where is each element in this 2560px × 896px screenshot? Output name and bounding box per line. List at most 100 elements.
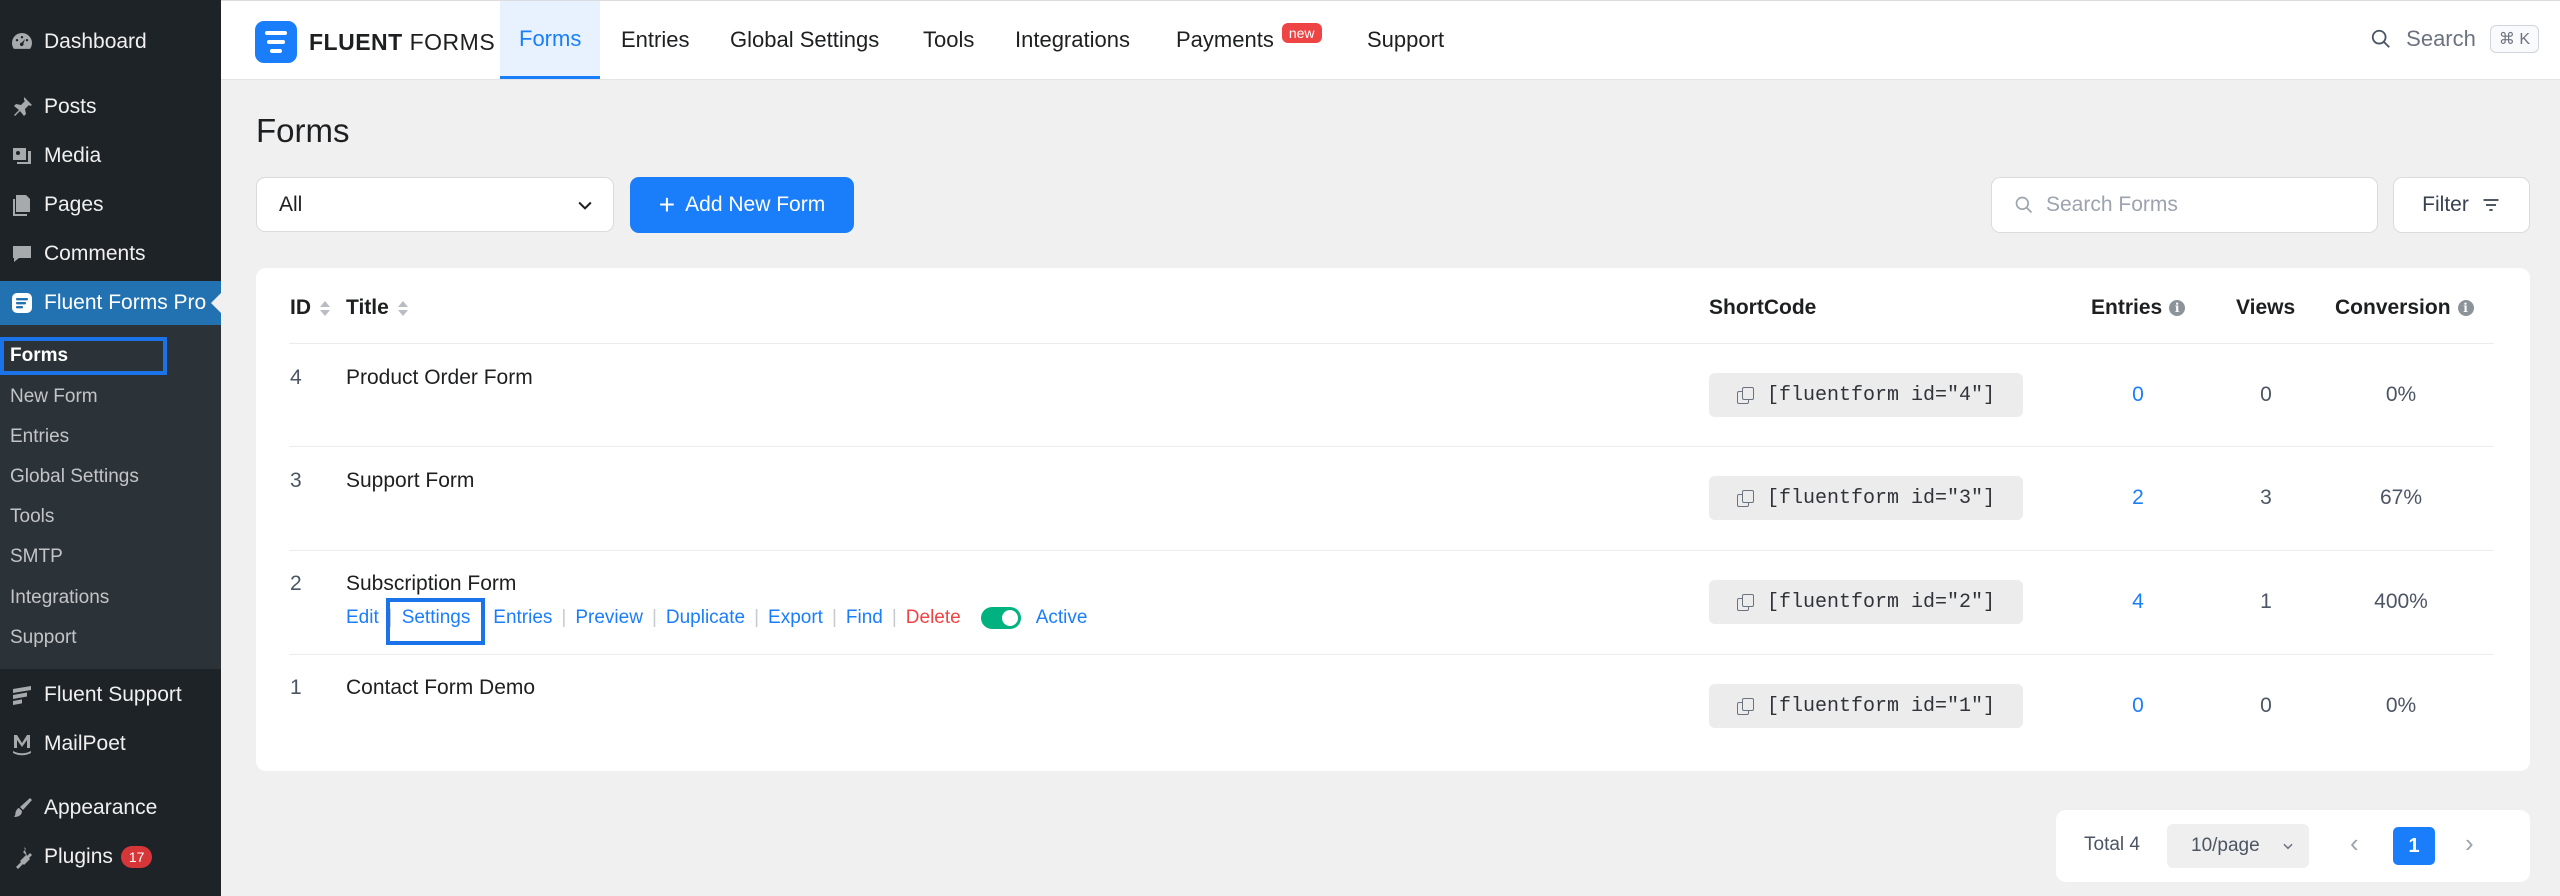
shortcode-copy-button[interactable]: [fluentform id="3"] xyxy=(1709,476,2023,520)
preview-link[interactable]: Preview xyxy=(575,607,643,629)
edit-link[interactable]: Edit xyxy=(346,607,379,629)
add-new-form-button[interactable]: + Add New Form xyxy=(630,177,854,233)
copy-icon xyxy=(1736,698,1754,715)
wp-menu-label: Pages xyxy=(44,193,104,216)
shortcode-text: [fluentform id="3"] xyxy=(1766,486,1996,510)
highlight-box xyxy=(0,337,167,375)
wp-menu-label: Fluent Support xyxy=(44,683,182,706)
submenu-support[interactable]: Support xyxy=(10,627,77,649)
info-icon[interactable]: i xyxy=(2457,300,2474,316)
comment-icon xyxy=(0,242,44,266)
views-count: 0 xyxy=(2260,694,2272,717)
wp-menu-dashboard[interactable]: Dashboard xyxy=(0,20,221,64)
entries-count-link[interactable]: 0 xyxy=(2108,694,2168,718)
search-icon xyxy=(2015,196,2033,214)
media-icon xyxy=(0,144,44,168)
find-link[interactable]: Find xyxy=(846,607,883,629)
separator: | xyxy=(561,607,567,628)
wp-menu-mailpoet[interactable]: MailPoet xyxy=(0,722,221,766)
row-id: 1 xyxy=(290,676,302,699)
mailpoet-icon xyxy=(0,732,44,756)
total-count: Total 4 xyxy=(2084,834,2140,855)
row-id: 4 xyxy=(290,366,302,389)
wp-menu-media[interactable]: Media xyxy=(0,134,221,178)
entries-link[interactable]: Entries xyxy=(493,607,552,629)
tab-integrations[interactable]: Integrations xyxy=(1015,1,1130,79)
page-number-button[interactable]: 1 xyxy=(2393,827,2435,865)
shortcode-copy-button[interactable]: [fluentform id="1"] xyxy=(1709,684,2023,728)
column-header-title[interactable]: Title xyxy=(346,296,408,320)
highlight-box xyxy=(386,598,485,645)
chevron-down-icon xyxy=(2283,843,2293,850)
duplicate-link[interactable]: Duplicate xyxy=(666,607,745,629)
tab-tools[interactable]: Tools xyxy=(923,1,974,79)
wp-menu-appearance[interactable]: Appearance xyxy=(0,786,221,830)
form-title-link[interactable]: Product Order Form xyxy=(346,366,533,390)
conversion-rate: 0% xyxy=(2385,694,2417,717)
info-icon[interactable]: i xyxy=(2169,300,2186,316)
submenu-integrations[interactable]: Integrations xyxy=(10,587,109,609)
entries-count-link[interactable]: 0 xyxy=(2108,383,2168,407)
wp-menu-posts[interactable]: Posts xyxy=(0,85,221,129)
form-title-link[interactable]: Subscription Form xyxy=(346,572,516,596)
pushpin-icon xyxy=(0,95,44,119)
new-badge: new xyxy=(1281,23,1322,43)
entries-count-link[interactable]: 4 xyxy=(2108,590,2168,614)
form-title-link[interactable]: Contact Form Demo xyxy=(346,676,535,700)
submenu-new-form[interactable]: New Form xyxy=(10,386,98,408)
tab-support[interactable]: Support xyxy=(1367,1,1444,79)
next-page-button[interactable]: › xyxy=(2465,830,2474,856)
fluent-forms-logo[interactable]: FLUENT FORMS xyxy=(255,21,495,63)
wp-menu-fluent-support[interactable]: Fluent Support xyxy=(0,673,221,717)
wp-menu-pages[interactable]: Pages xyxy=(0,183,221,227)
views-count: 1 xyxy=(2260,590,2272,613)
conversion-rate: 67% xyxy=(2379,486,2423,509)
submenu-smtp[interactable]: SMTP xyxy=(10,546,63,568)
wp-menu-fluent-forms-pro[interactable]: Fluent Forms Pro xyxy=(0,281,221,325)
tab-global-settings[interactable]: Global Settings xyxy=(730,1,879,79)
column-header-shortcode: ShortCode xyxy=(1709,296,1817,319)
column-header-label: Entries xyxy=(2091,296,2163,319)
filter-button[interactable]: Filter xyxy=(2393,177,2530,233)
search-forms-field[interactable] xyxy=(1991,177,2378,233)
global-search-button[interactable]: Search ⌘ K xyxy=(2370,25,2539,53)
plus-icon: + xyxy=(658,189,676,220)
row-divider xyxy=(289,343,2494,344)
submenu-entries[interactable]: Entries xyxy=(10,426,69,448)
form-status-toggle[interactable] xyxy=(980,607,1021,629)
entries-count-link[interactable]: 2 xyxy=(2108,486,2168,510)
add-new-form-label: Add New Form xyxy=(685,193,826,216)
shortcode-text: [fluentform id="1"] xyxy=(1766,694,1996,718)
column-header-entries: Entries i xyxy=(2091,296,2186,320)
submenu-tools[interactable]: Tools xyxy=(10,506,54,528)
delete-link[interactable]: Delete xyxy=(906,607,961,629)
shortcode-copy-button[interactable]: [fluentform id="2"] xyxy=(1709,580,2023,624)
views-count: 3 xyxy=(2260,486,2272,509)
form-title-link[interactable]: Support Form xyxy=(346,469,474,493)
shortcode-text: [fluentform id="4"] xyxy=(1766,383,1996,407)
dashboard-icon xyxy=(0,30,44,54)
page-size-value: 10/page xyxy=(2191,835,2260,856)
wp-menu-comments[interactable]: Comments xyxy=(0,232,221,276)
plugin-icon xyxy=(0,845,44,869)
search-shortcut: ⌘ K xyxy=(2489,25,2539,53)
wp-menu-plugins[interactable]: Plugins 17 xyxy=(0,835,221,879)
tab-payments[interactable]: Payments new xyxy=(1176,1,1322,79)
conversion-rate: 400% xyxy=(2374,590,2428,613)
row-divider xyxy=(289,654,2494,655)
tab-forms[interactable]: Forms xyxy=(500,1,601,79)
fluent-forms-logo-icon xyxy=(255,21,297,63)
wp-menu-label: Media xyxy=(44,144,102,167)
separator: | xyxy=(651,607,657,628)
page-size-select[interactable]: 10/page xyxy=(2167,824,2309,868)
search-forms-input[interactable] xyxy=(2046,193,2366,217)
export-link[interactable]: Export xyxy=(768,607,823,629)
status-filter-select[interactable]: All xyxy=(256,177,614,232)
column-header-id[interactable]: ID xyxy=(290,296,330,320)
tab-entries[interactable]: Entries xyxy=(621,1,689,79)
form-status-label: Active xyxy=(1035,607,1088,628)
submenu-global-settings[interactable]: Global Settings xyxy=(10,466,139,488)
prev-page-button[interactable]: ‹ xyxy=(2350,830,2359,856)
shortcode-copy-button[interactable]: [fluentform id="4"] xyxy=(1709,373,2023,417)
paintbrush-icon xyxy=(0,796,44,820)
